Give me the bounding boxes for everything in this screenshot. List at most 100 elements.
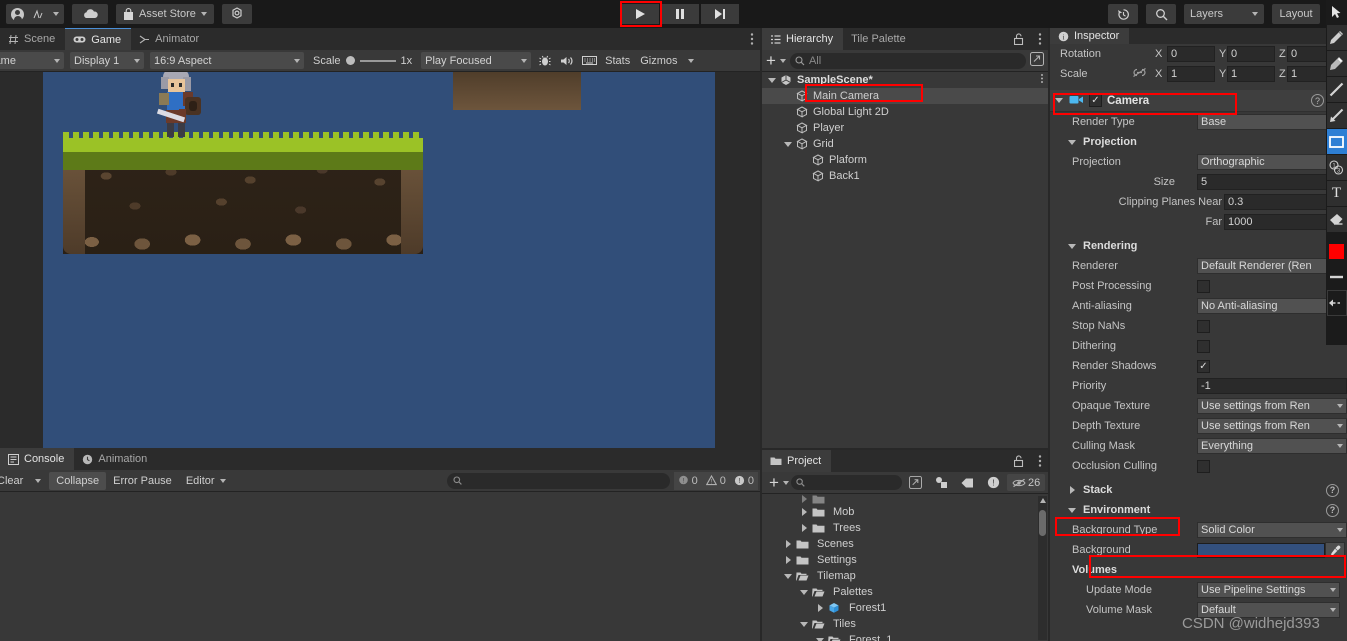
hierarchy-add-button[interactable]: +: [766, 52, 786, 69]
game-display-target-dropdown[interactable]: Game: [0, 52, 64, 69]
projection-dropdown[interactable]: Orthographic: [1197, 154, 1337, 170]
priority-field[interactable]: -1: [1197, 378, 1347, 394]
chevron-right-icon[interactable]: [816, 603, 825, 613]
camera-component-header[interactable]: ✓ Camera ?: [1050, 90, 1347, 112]
tab-console[interactable]: Console: [0, 448, 75, 470]
cursor-arrow-icon[interactable]: [1326, 0, 1347, 24]
tab-hierarchy[interactable]: Hierarchy: [762, 28, 844, 50]
depth-texture-dropdown[interactable]: Use settings from Ren: [1197, 418, 1347, 434]
tab-project[interactable]: Project: [762, 450, 832, 472]
game-view-menu-button[interactable]: [750, 32, 754, 49]
stroke-width-icon[interactable]: [1326, 265, 1347, 289]
tab-scene[interactable]: Scene: [0, 28, 65, 50]
tab-inspector[interactable]: i Inspector: [1050, 28, 1130, 44]
game-screen[interactable]: [43, 72, 715, 448]
slider-knob[interactable]: [345, 56, 355, 65]
console-log-count[interactable]: ! 0: [673, 471, 702, 490]
number-stamp-icon[interactable]: 13: [1326, 155, 1347, 180]
project-search-input[interactable]: [790, 475, 903, 490]
hierarchy-item-plaform[interactable]: Plaform: [762, 152, 1048, 168]
console-warning-count[interactable]: ! 0: [701, 471, 730, 490]
hierarchy-menu-button[interactable]: [1038, 32, 1042, 49]
console-editor-dropdown[interactable]: Editor: [179, 472, 233, 490]
tab-animator[interactable]: Animator: [131, 28, 209, 50]
hierarchy-item-back1[interactable]: Back1: [762, 168, 1048, 184]
chevron-down-icon[interactable]: [768, 76, 777, 85]
chevron-down-icon[interactable]: [800, 588, 809, 597]
undo-icon[interactable]: [1326, 290, 1347, 316]
update-mode-dropdown[interactable]: Use Pipeline Settings: [1197, 582, 1340, 598]
render-type-dropdown[interactable]: Base: [1197, 114, 1337, 130]
chevron-down-icon[interactable]: [800, 620, 809, 629]
hierarchy-lock-button[interactable]: [1013, 33, 1024, 48]
project-filter-error-button[interactable]: !: [981, 474, 1005, 491]
chevron-down-icon[interactable]: [1055, 96, 1064, 105]
project-item-scenes[interactable]: Scenes: [762, 536, 1048, 552]
game-keyboard-button[interactable]: [578, 52, 600, 69]
link-off-icon[interactable]: [1132, 67, 1155, 81]
search-button[interactable]: [1146, 4, 1176, 24]
scale-x-field[interactable]: 1: [1167, 66, 1215, 82]
eraser-icon[interactable]: [1326, 207, 1347, 232]
opaque-texture-dropdown[interactable]: Use settings from Ren: [1197, 398, 1347, 414]
console-clear-button[interactable]: Clear: [0, 472, 30, 490]
rotation-y-field[interactable]: 0: [1227, 46, 1275, 62]
project-expand-button[interactable]: [904, 474, 928, 491]
hierarchy-expand-button[interactable]: [1030, 52, 1044, 69]
clipping-far-field[interactable]: 1000: [1224, 214, 1337, 230]
layers-dropdown[interactable]: Layers: [1184, 4, 1264, 24]
eyedropper-icon[interactable]: [1325, 542, 1345, 558]
chevron-down-icon[interactable]: [1068, 506, 1077, 515]
project-add-button[interactable]: +: [765, 474, 789, 491]
project-tree[interactable]: Mob Trees Scenes Settings Tilemap Palettes For…: [762, 494, 1048, 641]
post-processing-checkbox[interactable]: [1197, 279, 1210, 293]
marker-icon[interactable]: [1326, 51, 1347, 76]
console-search-input[interactable]: [447, 472, 670, 489]
hierarchy-search-input[interactable]: All: [789, 52, 1026, 69]
game-aspect-dropdown[interactable]: 16:9 Aspect: [150, 52, 304, 69]
background-color-swatch[interactable]: [1197, 542, 1325, 558]
project-filter-type-button[interactable]: [930, 474, 954, 491]
chevron-right-icon[interactable]: [800, 494, 809, 504]
chevron-down-icon[interactable]: [1068, 242, 1077, 251]
account-button[interactable]: [6, 4, 64, 24]
game-stats-button[interactable]: Stats: [600, 55, 635, 67]
console-error-count[interactable]: ! 0: [729, 471, 758, 490]
project-item-forest1[interactable]: Forest1: [762, 600, 1048, 616]
project-item-palettes[interactable]: Palettes: [762, 584, 1048, 600]
text-icon[interactable]: T: [1326, 181, 1347, 206]
help-icon[interactable]: ?: [1326, 503, 1339, 517]
arrow-icon[interactable]: [1326, 103, 1347, 128]
chevron-down-icon[interactable]: [687, 58, 694, 63]
slider-track[interactable]: [359, 59, 396, 62]
tab-tile-palette[interactable]: Tile Palette: [843, 28, 916, 50]
size-field[interactable]: 5: [1197, 174, 1337, 190]
help-icon[interactable]: ?: [1311, 94, 1324, 107]
project-item-mob[interactable]: Mob: [762, 504, 1048, 520]
hierarchy-item-global-light-2d[interactable]: Global Light 2D: [762, 104, 1048, 120]
undo-history-button[interactable]: [1108, 4, 1138, 24]
chevron-right-icon[interactable]: [800, 523, 809, 533]
tab-animation[interactable]: Animation: [74, 448, 157, 470]
color-red-icon[interactable]: [1326, 238, 1347, 264]
line-icon[interactable]: [1326, 77, 1347, 102]
game-mute-button[interactable]: [556, 52, 578, 69]
layout-dropdown[interactable]: Layout: [1272, 4, 1320, 24]
hierarchy-tree[interactable]: SampleScene* Main Camera Global Light 2D Pl…: [762, 72, 1048, 184]
dithering-checkbox[interactable]: [1197, 339, 1210, 353]
console-error-pause-button[interactable]: Error Pause: [106, 472, 179, 490]
hierarchy-item-grid[interactable]: Grid: [762, 136, 1048, 152]
chevron-right-icon[interactable]: [800, 507, 809, 517]
chevron-right-icon[interactable]: [1068, 485, 1077, 495]
help-icon[interactable]: ?: [1326, 483, 1339, 497]
hierarchy-item-main-camera[interactable]: Main Camera: [762, 88, 1048, 104]
project-filter-label-button[interactable]: [956, 474, 980, 491]
background-type-dropdown[interactable]: Solid Color: [1197, 522, 1347, 538]
stack-section-header[interactable]: Stack ?: [1050, 480, 1347, 500]
hierarchy-scene-menu-icon[interactable]: [1040, 73, 1044, 87]
project-item-tiles[interactable]: Tiles: [762, 616, 1048, 632]
game-gizmos-button[interactable]: Gizmos: [635, 55, 682, 67]
scale-y-field[interactable]: 1: [1227, 66, 1275, 82]
asset-store-button[interactable]: Asset Store: [116, 4, 214, 24]
game-scale-slider[interactable]: Scale 1x: [307, 55, 418, 67]
